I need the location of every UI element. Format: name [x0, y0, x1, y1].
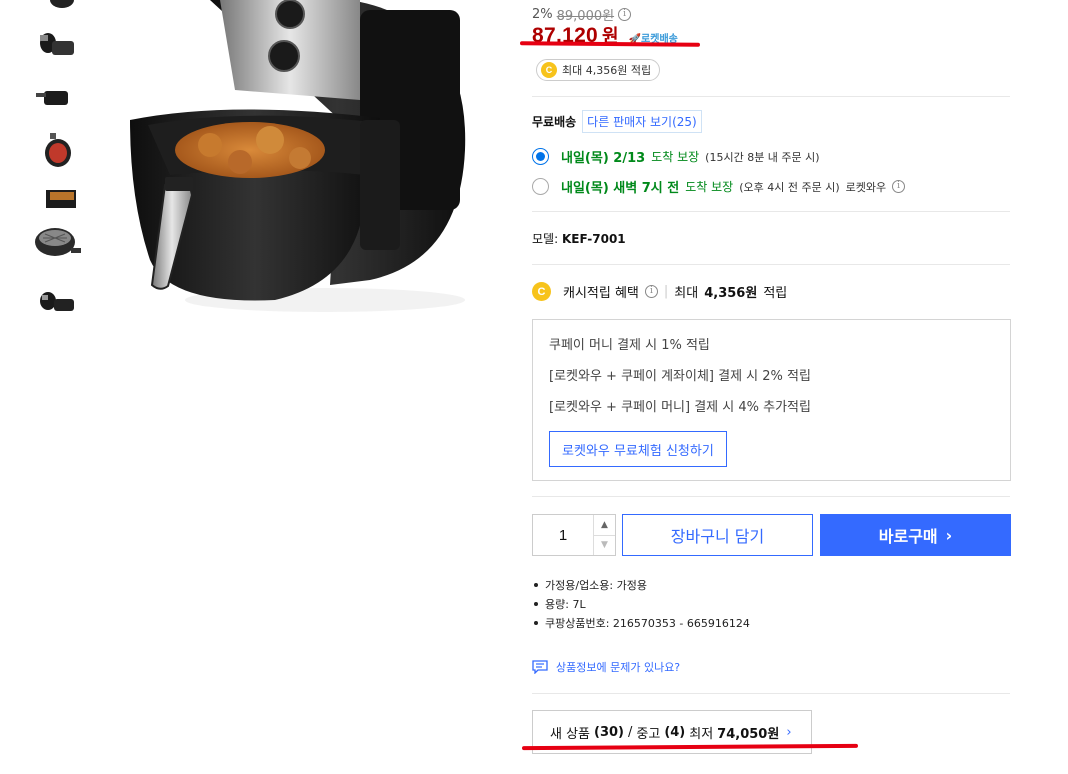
- add-to-cart-button[interactable]: 장바구니 담기: [622, 514, 813, 556]
- used-count: (4): [664, 724, 686, 740]
- delivery-day: 내일(목) 새벽 7시 전: [561, 181, 680, 196]
- delivery-guarantee: 도착 보장: [685, 180, 734, 194]
- divider: [532, 693, 1010, 694]
- divider: [532, 211, 1010, 212]
- free-shipping-label: 무료배송: [532, 115, 577, 129]
- delivery-note: (오후 4시 전 주문 시): [739, 180, 840, 194]
- lowest-label: 최저: [689, 726, 714, 742]
- info-icon[interactable]: i: [644, 285, 658, 298]
- divider: [532, 496, 1010, 497]
- rocket-wow-label: 로켓와우: [845, 180, 887, 194]
- divider: [532, 96, 1010, 97]
- benefit-line: [로켓와우 + 쿠페이 계좌이체] 결제 시 2% 적립: [549, 369, 811, 384]
- cash-max-suffix: 적립: [763, 286, 788, 301]
- radio-selected[interactable]: [532, 148, 549, 165]
- airfryer-drawer-thumb[interactable]: [30, 78, 82, 118]
- info-icon[interactable]: i: [618, 8, 632, 21]
- shipping-row: 무료배송 다른 판매자 보기(25): [532, 110, 702, 133]
- model-label: 모델:: [532, 232, 559, 246]
- new-label: 새 상품: [550, 726, 591, 742]
- cash-max-prefix: 최대: [674, 286, 699, 301]
- new-count: (30): [594, 724, 624, 740]
- cash-benefit-row: C 캐시적립 혜택 i | 최대 4,356원 적립: [532, 282, 787, 301]
- delivery-option-1[interactable]: 내일(목) 2/13 도착 보장 (15시간 8분 내 주문 시): [532, 147, 820, 166]
- report-issue-text: 상품정보에 문제가 있나요?: [556, 661, 681, 674]
- separator: |: [663, 284, 669, 299]
- airfryer-food-thumb[interactable]: [30, 174, 82, 214]
- airfryer-top-thumb[interactable]: [30, 0, 82, 26]
- slash: /: [628, 724, 633, 740]
- airfryer-basket-open-thumb[interactable]: [30, 222, 82, 262]
- buy-now-label: 바로구매: [878, 527, 938, 546]
- quantity-arrows: ▲ ▼: [593, 515, 615, 555]
- cash-reward-pill: C 최대 4,356원 적립: [536, 59, 661, 81]
- chevron-right-icon: ›: [786, 724, 792, 740]
- delivery-day: 내일(목) 2/13: [561, 151, 646, 166]
- coin-icon: C: [532, 282, 551, 301]
- other-sellers-link[interactable]: 다른 판매자 보기(25): [582, 110, 702, 133]
- used-label: 중고: [636, 726, 661, 742]
- report-issue-link[interactable]: 상품정보에 문제가 있나요?: [532, 659, 680, 675]
- airfryer-parts-thumb[interactable]: [30, 282, 82, 322]
- quantity-stepper[interactable]: 1 ▲ ▼: [532, 514, 616, 556]
- buy-now-button[interactable]: 바로구매 ›: [820, 514, 1011, 556]
- spec-item: 용량: 7L: [534, 594, 750, 613]
- delivery-option-2[interactable]: 내일(목) 새벽 7시 전 도착 보장 (오후 4시 전 주문 시) 로켓와우 …: [532, 177, 906, 196]
- model-value: KEF-7001: [561, 232, 626, 246]
- cash-max-amount: 4,356원: [704, 286, 758, 301]
- spec-item: 쿠팡상품번호: 216570353 - 665916124: [534, 613, 750, 632]
- lowest-price: 74,050원: [717, 726, 780, 742]
- airfryer-basket-thumb[interactable]: [30, 24, 82, 64]
- rocket-wow-trial-button[interactable]: 로켓와우 무료체험 신청하기: [549, 431, 727, 467]
- model-row: 모델: KEF-7001: [532, 230, 626, 247]
- divider: [532, 264, 1010, 265]
- benefit-line: 쿠페이 머니 결제 시 1% 적립: [549, 338, 710, 353]
- cash-benefit-label: 캐시적립 혜택: [563, 286, 639, 301]
- chevron-right-icon: ›: [945, 525, 953, 545]
- coin-icon: C: [541, 62, 557, 78]
- benefit-line: [로켓와우 + 쿠페이 머니] 결제 시 4% 추가적립: [549, 400, 811, 415]
- chevron-down-icon[interactable]: ▼: [594, 534, 615, 556]
- airfryer-red-thumb[interactable]: [30, 130, 82, 170]
- discount-rate: 2%: [532, 7, 553, 22]
- quantity-input[interactable]: 1: [533, 515, 593, 555]
- chevron-up-icon[interactable]: ▲: [594, 515, 615, 535]
- radio-unselected[interactable]: [532, 178, 549, 195]
- info-icon[interactable]: i: [892, 180, 906, 193]
- chat-icon: [532, 660, 548, 674]
- spec-item: 가정용/업소용: 가정용: [534, 575, 750, 594]
- payment-benefit-box: 쿠페이 머니 결제 시 1% 적립 [로켓와우 + 쿠페이 계좌이체] 결제 시…: [532, 319, 1011, 481]
- product-main-image[interactable]: [110, 0, 490, 320]
- spec-list: 가정용/업소용: 가정용 용량: 7L 쿠팡상품번호: 216570353 - …: [534, 575, 750, 632]
- delivery-guarantee: 도착 보장: [651, 150, 700, 164]
- cash-reward-text: 최대 4,356원 적립: [562, 64, 652, 77]
- delivery-note: (15시간 8분 내 주문 시): [705, 150, 820, 164]
